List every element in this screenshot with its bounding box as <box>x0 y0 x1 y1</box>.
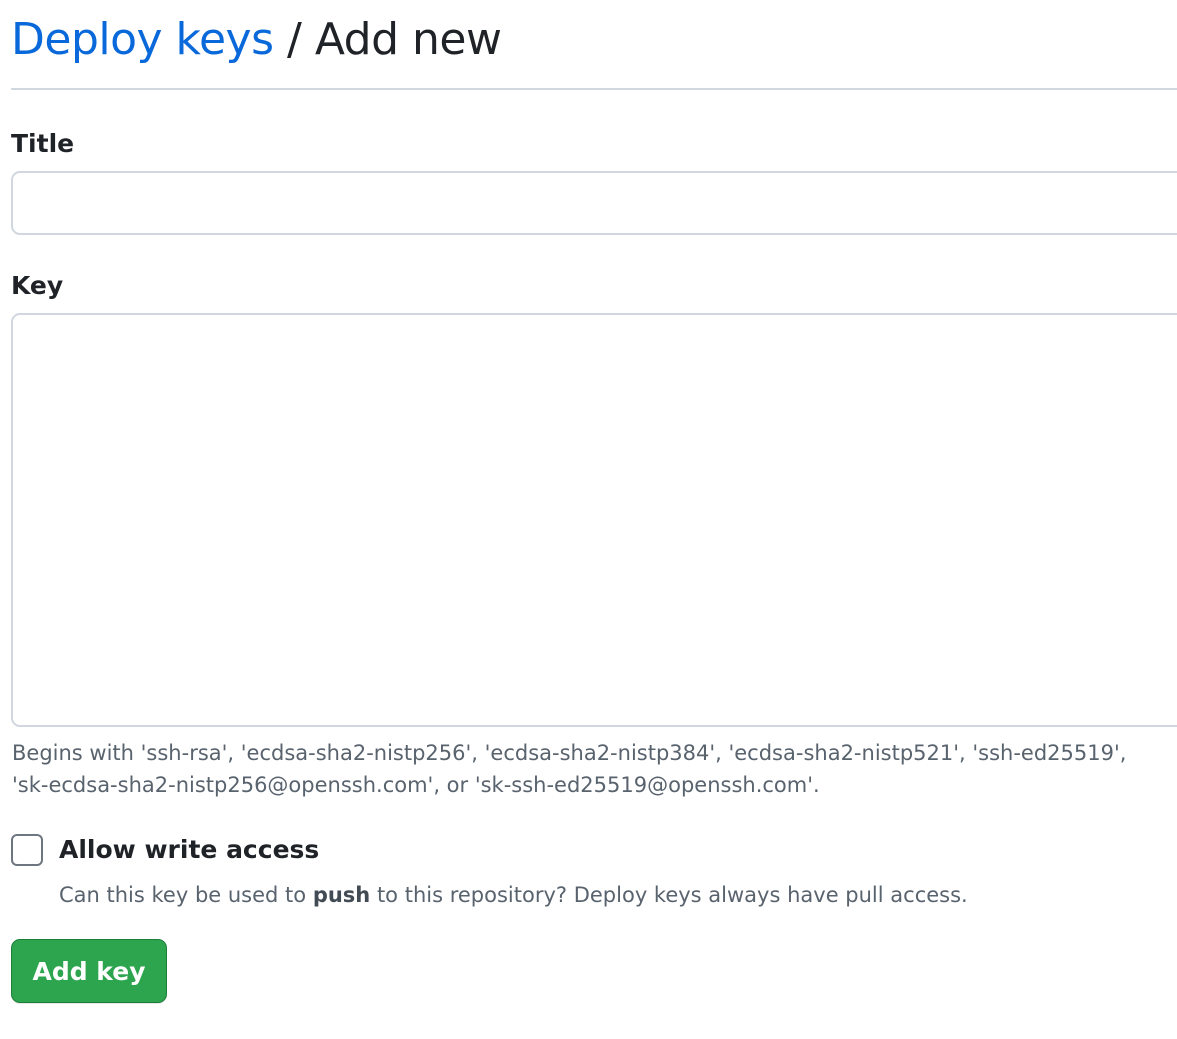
breadcrumb-current: Add new <box>314 14 502 65</box>
allow-write-access-label[interactable]: Allow write access <box>59 833 319 867</box>
write-access-note-after: to this repository? Deploy keys always h… <box>376 883 968 907</box>
title-input[interactable] <box>11 171 1177 235</box>
deploy-key-form-page: Deploy keys / Add new Title Key Begins w… <box>11 0 1177 1003</box>
allow-write-access-checkbox[interactable] <box>11 834 43 866</box>
page-header: Deploy keys / Add new <box>11 0 1177 90</box>
title-label: Title <box>11 129 75 158</box>
key-format-hint-line2: 'sk-ecdsa-sha2-nistp256@openssh.com', or… <box>12 773 820 797</box>
write-access-note-bold: push <box>312 883 371 907</box>
write-access-note: Can this key be used to push to this rep… <box>59 879 968 911</box>
write-access-note-before: Can this key be used to <box>59 883 307 907</box>
breadcrumb-deploy-keys-link[interactable]: Deploy keys <box>11 14 274 65</box>
breadcrumb: Deploy keys / Add new <box>11 0 1177 66</box>
write-access-row: Allow write access <box>11 833 319 867</box>
key-textarea[interactable] <box>11 313 1177 727</box>
add-key-button[interactable]: Add key <box>11 939 167 1003</box>
key-label: Key <box>11 271 64 300</box>
breadcrumb-separator: / <box>287 14 302 65</box>
key-format-hint: Begins with 'ssh-rsa', 'ecdsa-sha2-nistp… <box>12 737 1152 801</box>
key-format-hint-line1: Begins with 'ssh-rsa', 'ecdsa-sha2-nistp… <box>12 741 1127 765</box>
